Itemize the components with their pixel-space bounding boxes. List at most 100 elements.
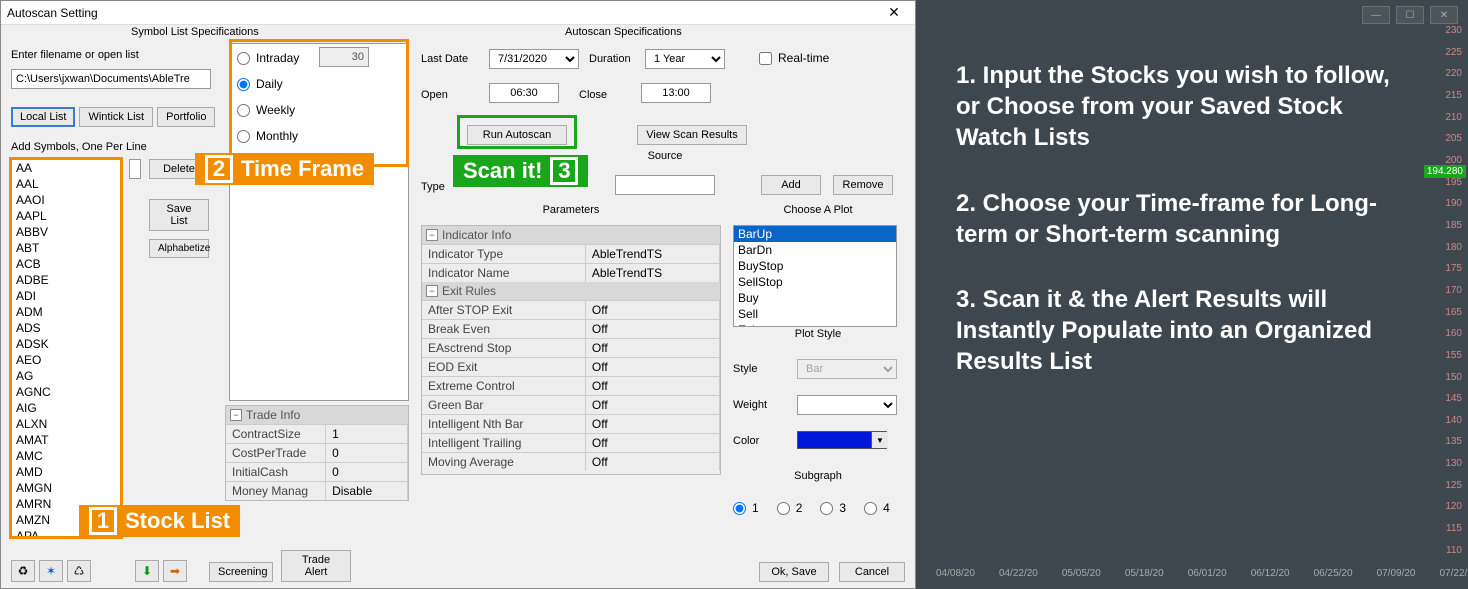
last-date-label: Last Date [421, 53, 468, 65]
property-row[interactable]: Indicator NameAbleTrendTS [422, 263, 720, 282]
list-item[interactable]: AG [12, 368, 120, 384]
weekly-radio[interactable]: Weekly [237, 103, 299, 117]
list-item[interactable]: BuyStop [734, 258, 896, 274]
daily-radio[interactable]: Daily [237, 77, 299, 91]
list-item[interactable]: AEO [12, 352, 120, 368]
list-item[interactable]: ALXN [12, 416, 120, 432]
annotation-scan-it: Scan it!3 [453, 155, 588, 187]
import-icon[interactable]: ⬇ [135, 560, 159, 582]
collapse-icon[interactable]: − [230, 409, 242, 421]
refresh-icon[interactable]: ♻ [11, 560, 35, 582]
ok-save-button[interactable]: Ok, Save [759, 562, 829, 582]
symbol-input[interactable] [129, 159, 141, 179]
minimize-icon[interactable]: — [1362, 6, 1390, 24]
cancel-button[interactable]: Cancel [839, 562, 905, 582]
subgraph-radio[interactable]: 3 [820, 501, 846, 515]
color-picker[interactable] [797, 431, 887, 449]
filename-input[interactable] [11, 69, 211, 89]
source-input[interactable] [615, 175, 715, 195]
chart-x-axis: 04/08/2004/22/2005/05/2005/18/2006/01/20… [936, 568, 1468, 579]
source-remove-button[interactable]: Remove [833, 175, 893, 195]
list-item[interactable]: ADI [12, 288, 120, 304]
close-input[interactable] [641, 83, 711, 103]
plot-legend: Choose A Plot [779, 204, 856, 216]
list-item[interactable]: Buy [734, 290, 896, 306]
open-label: Open [421, 89, 448, 101]
intraday-radio[interactable]: Intraday [237, 51, 299, 65]
symbol-listbox[interactable]: AAAALAAOIAAPLABBVABTACBADBEADIADMADSADSK… [11, 159, 121, 537]
list-item[interactable]: AGNC [12, 384, 120, 400]
portfolio-button[interactable]: Portfolio [157, 107, 215, 127]
list-item[interactable]: ADBE [12, 272, 120, 288]
list-item[interactable]: AAPL [12, 208, 120, 224]
property-row[interactable]: EAsctrend StopOff [422, 338, 720, 357]
list-item[interactable]: AMGN [12, 480, 120, 496]
weight-select[interactable] [797, 395, 897, 415]
subgraph-radio[interactable]: 1 [733, 501, 759, 515]
instruction-step-3: 3. Scan it & the Alert Results will Inst… [956, 284, 1408, 378]
list-item[interactable]: AMC [12, 448, 120, 464]
view-results-button[interactable]: View Scan Results [637, 125, 747, 145]
wintick-list-button[interactable]: Wintick List [79, 107, 153, 127]
property-row[interactable]: Green BarOff [422, 395, 720, 414]
collapse-icon[interactable]: − [426, 229, 438, 241]
list-item[interactable]: Sell [734, 306, 896, 322]
close-window-icon[interactable]: ✕ [1430, 6, 1458, 24]
list-item[interactable]: ADS [12, 320, 120, 336]
property-row[interactable]: EOD ExitOff [422, 357, 720, 376]
list-item[interactable]: AMD [12, 464, 120, 480]
alphabetize-button[interactable]: Alphabetize [149, 239, 209, 258]
list-item[interactable]: BarUp [734, 226, 896, 242]
parameters-grid[interactable]: −Indicator Info Indicator TypeAbleTrendT… [421, 225, 721, 475]
subgraph-radio[interactable]: 4 [864, 501, 890, 515]
autoscan-dialog: Autoscan Setting ✕ Symbol List Specifica… [0, 0, 916, 589]
list-item[interactable]: ACB [12, 256, 120, 272]
property-row[interactable]: Extreme ControlOff [422, 376, 720, 395]
trade-info-grid[interactable]: −Trade Info ContractSize1CostPerTrade0In… [225, 405, 409, 501]
plot-style-legend: Plot Style [791, 328, 845, 340]
list-item[interactable]: AIG [12, 400, 120, 416]
property-row[interactable]: CostPerTrade0 [226, 443, 408, 462]
close-icon[interactable]: ✕ [879, 4, 909, 21]
list-item[interactable]: AMAT [12, 432, 120, 448]
list-item[interactable]: AAOI [12, 192, 120, 208]
list-item[interactable]: SellStop [734, 274, 896, 290]
property-row[interactable]: Intelligent TrailingOff [422, 433, 720, 452]
property-row[interactable]: InitialCash0 [226, 462, 408, 481]
open-input[interactable] [489, 83, 559, 103]
list-item[interactable]: ADSK [12, 336, 120, 352]
property-row[interactable]: Break EvenOff [422, 319, 720, 338]
list-item[interactable]: AAL [12, 176, 120, 192]
recycle-icon[interactable]: ♺ [67, 560, 91, 582]
run-autoscan-button[interactable]: Run Autoscan [467, 125, 567, 145]
instruction-step-1: 1. Input the Stocks you wish to follow, … [956, 60, 1408, 154]
subgraph-radio[interactable]: 2 [777, 501, 803, 515]
list-item[interactable]: ADM [12, 304, 120, 320]
plot-listbox[interactable]: BarUpBarDnBuyStopSellStopBuySellExit [733, 225, 897, 327]
screening-button[interactable]: Screening [209, 562, 273, 582]
last-date-select[interactable]: 7/31/2020 [489, 49, 579, 69]
sync-icon[interactable]: ✶ [39, 560, 63, 582]
list-item[interactable]: ABT [12, 240, 120, 256]
list-item[interactable]: ABBV [12, 224, 120, 240]
export-icon[interactable]: ➡ [163, 560, 187, 582]
monthly-radio[interactable]: Monthly [237, 129, 299, 143]
save-list-button[interactable]: Save List [149, 199, 209, 231]
list-item[interactable]: AA [12, 160, 120, 176]
list-item[interactable]: Exit [734, 322, 896, 327]
maximize-icon[interactable]: ☐ [1396, 6, 1424, 24]
trade-alert-button[interactable]: Trade Alert [281, 550, 351, 582]
property-row[interactable]: Moving AverageOff [422, 452, 720, 471]
collapse-icon[interactable]: − [426, 285, 438, 297]
list-item[interactable]: BarDn [734, 242, 896, 258]
property-row[interactable]: Intelligent Nth BarOff [422, 414, 720, 433]
realtime-checkbox[interactable]: Real-time [759, 51, 829, 65]
property-row[interactable]: After STOP ExitOff [422, 300, 720, 319]
instruction-overlay: 1. Input the Stocks you wish to follow, … [956, 60, 1408, 412]
property-row[interactable]: Money ManagDisable [226, 481, 408, 500]
property-row[interactable]: Indicator TypeAbleTrendTS [422, 244, 720, 263]
duration-select[interactable]: 1 Year [645, 49, 725, 69]
source-add-button[interactable]: Add [761, 175, 821, 195]
property-row[interactable]: ContractSize1 [226, 424, 408, 443]
local-list-button[interactable]: Local List [11, 107, 75, 127]
